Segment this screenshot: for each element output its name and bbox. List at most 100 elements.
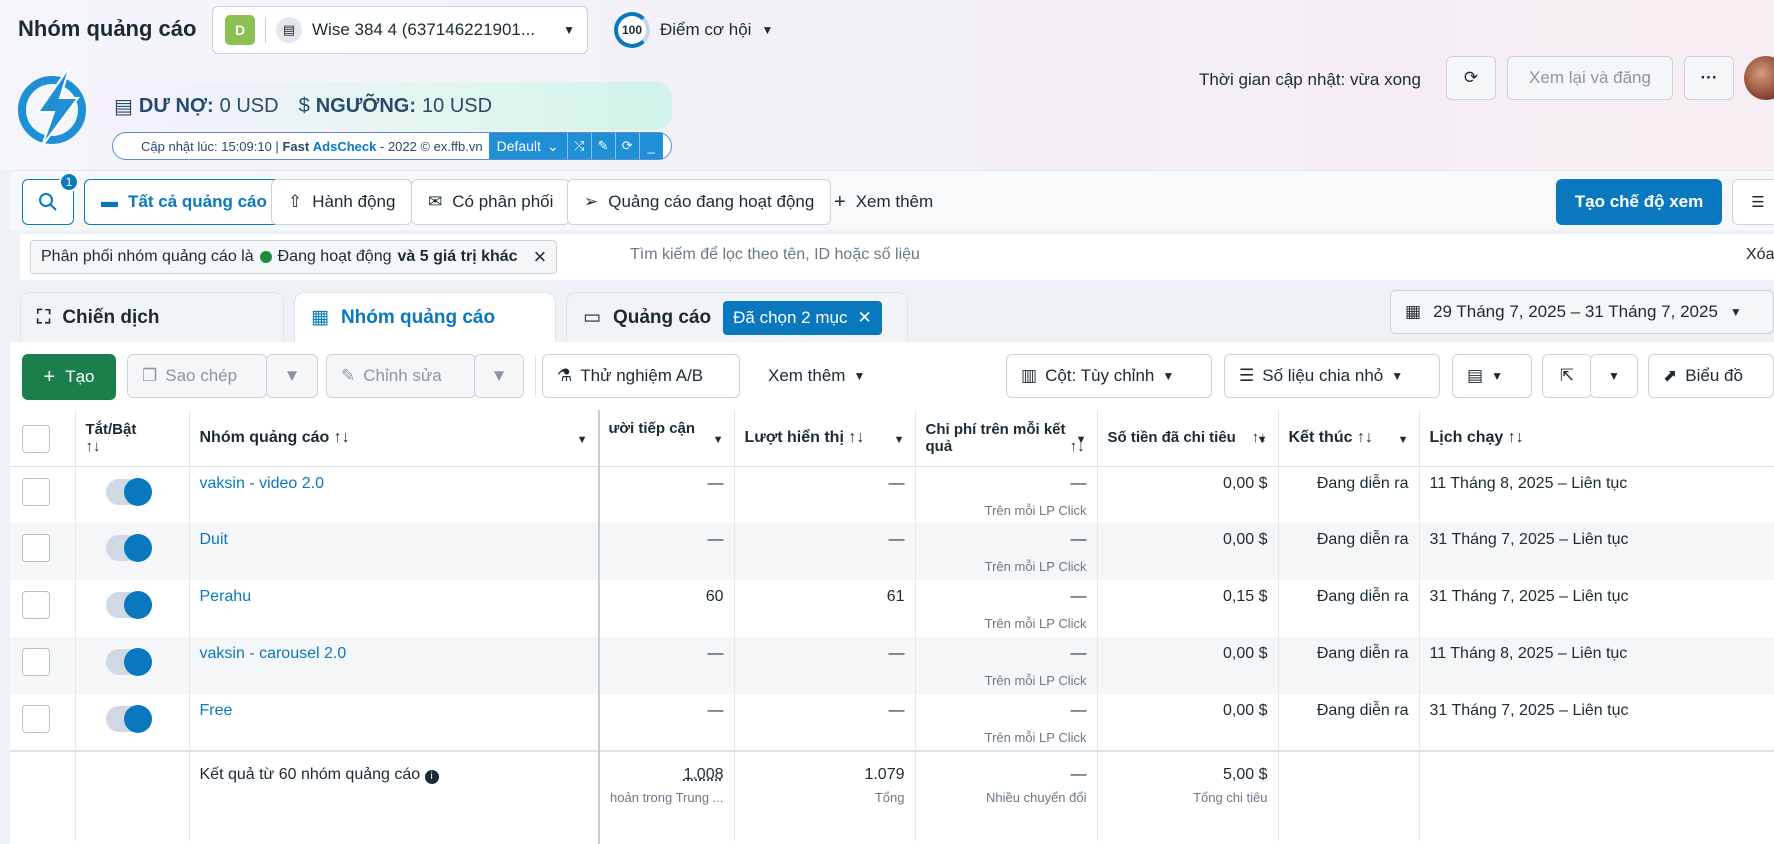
shuffle-icon[interactable]: ⤮ xyxy=(566,133,591,159)
export-button[interactable]: ⇱ xyxy=(1542,354,1592,398)
duplicate-button[interactable]: ❐ Sao chép xyxy=(127,354,267,398)
all-ads-label: Tất cả quảng cáo xyxy=(128,192,267,211)
header-reach[interactable]: ười tiếp cận ▼ xyxy=(598,410,735,467)
close-icon[interactable]: × xyxy=(534,246,547,268)
info-icon[interactable]: i xyxy=(424,770,439,784)
view-toolbar: 1 ▬ Tất cả quảng cáo ⇧ Hành động ✉ Có ph… xyxy=(10,170,1774,230)
header-impressions[interactable]: Lượt hiển thị ↑↓ ▼ xyxy=(734,410,916,467)
charts-button[interactable]: ⬈ Biểu đồ xyxy=(1648,354,1774,398)
table-row[interactable]: Perahu 60 61 — Trên mỗi LP Click 0,15 $ Đ… xyxy=(10,580,1774,637)
table-row[interactable]: Free — — — Trên mỗi LP Click 0,00 $ Đang … xyxy=(10,694,1774,751)
see-more-link[interactable]: + Xem thêm xyxy=(834,181,933,223)
chevron-down-icon[interactable]: ▼ xyxy=(894,434,905,446)
tab-adsets[interactable]: ▦ Nhóm quảng cáo xyxy=(294,292,556,342)
create-button[interactable]: + Tạo xyxy=(22,354,116,400)
status-toggle[interactable] xyxy=(105,534,152,562)
avatar[interactable] xyxy=(1744,56,1774,100)
create-view-button[interactable]: Tạo chế độ xem xyxy=(1556,179,1722,225)
columns-button[interactable]: ▥ Cột: Tùy chỉnh ▼ xyxy=(1006,354,1212,398)
row-checkbox[interactable] xyxy=(22,591,50,619)
totals-reach: 1.008 xyxy=(683,766,724,783)
chevron-down-icon[interactable]: ▼ xyxy=(1076,434,1087,446)
grid-icon: ▦ xyxy=(311,307,329,328)
opportunity-score[interactable]: 100 Điểm cơ hội ▼ xyxy=(614,12,773,48)
row-cpr-sub: Trên mỗi LP Click xyxy=(984,616,1087,631)
actions-label: Hành động xyxy=(312,192,396,211)
sync-icon[interactable]: ⟳ xyxy=(614,133,639,159)
chevron-down-icon[interactable]: ▼ xyxy=(577,434,588,446)
header-end-label: Kết thúc xyxy=(1288,428,1353,446)
status-toggle[interactable] xyxy=(105,477,152,506)
edit-button[interactable]: ✎ Chỉnh sửa xyxy=(326,354,476,398)
header-end[interactable]: Kết thúc ↑↓ ▼ xyxy=(1278,410,1420,467)
row-reach: — xyxy=(598,523,735,580)
search-button[interactable]: 1 xyxy=(22,172,79,225)
row-cpr: — xyxy=(1070,645,1087,662)
adset-name-link[interactable]: vaksin - carousel 2.0 xyxy=(200,645,347,662)
chart-icon: ⬈ xyxy=(1663,366,1678,385)
edit-dropdown[interactable]: ▼ xyxy=(474,354,524,398)
actions-button[interactable]: ⇧ Hành động xyxy=(271,179,413,225)
selected-chip-label: Đã chọn 2 mục xyxy=(733,307,848,327)
status-toggle[interactable] xyxy=(105,591,152,619)
table-row[interactable]: vaksin - carousel 2.0 — — — Trên mỗi LP C… xyxy=(10,637,1774,694)
tab-campaigns[interactable]: ⛶ Chiến dịch xyxy=(20,292,284,342)
duplicate-dropdown[interactable]: ▼ xyxy=(266,354,318,398)
header-toggle[interactable]: Tắt/Bật ↑↓ xyxy=(75,410,190,467)
divider xyxy=(535,356,536,396)
clear-filters-link[interactable]: Xóa xyxy=(1746,246,1774,264)
selected-chip[interactable]: Đã chọn 2 mục ✕ xyxy=(723,300,882,335)
header-spent[interactable]: Số tiền đã chi tiêu ↑↓ ▼ xyxy=(1097,410,1279,467)
tab-ads[interactable]: ▭ Quảng cáo Đã chọn 2 mục ✕ xyxy=(566,292,908,342)
select-all-checkbox[interactable] xyxy=(22,425,50,454)
breakdown-button[interactable]: ☰ Số liệu chia nhỏ ▼ xyxy=(1224,354,1440,398)
table-row[interactable]: Duit — — — Trên mỗi LP Click 0,00 $ Đang … xyxy=(10,523,1774,580)
totals-empty xyxy=(1278,750,1420,841)
more-options-button[interactable]: ··· xyxy=(1684,56,1734,100)
header-schedule[interactable]: Lịch chạy ↑↓ xyxy=(1419,410,1774,467)
all-ads-button[interactable]: ▬ Tất cả quảng cáo xyxy=(84,179,284,225)
see-more-button[interactable]: Xem thêm ▼ xyxy=(754,354,880,398)
chevron-down-icon[interactable]: ▼ xyxy=(713,434,724,446)
active-ads-button[interactable]: ➢ Quảng cáo đang hoạt động xyxy=(567,179,832,225)
row-checkbox[interactable] xyxy=(22,477,50,506)
ab-test-button[interactable]: ⚗ Thử nghiệm A/B xyxy=(542,354,740,398)
chevron-down-icon: ▼ xyxy=(853,369,866,383)
row-checkbox[interactable] xyxy=(22,705,50,733)
chevron-down-icon[interactable]: ▼ xyxy=(1257,434,1268,446)
status-toggle[interactable] xyxy=(105,705,152,733)
adset-name-link[interactable]: Free xyxy=(200,702,233,719)
adset-name-link[interactable]: Duit xyxy=(200,531,228,548)
row-reach: — xyxy=(598,466,735,523)
row-checkbox[interactable] xyxy=(22,648,50,676)
delivered-button[interactable]: ✉ Có phân phối xyxy=(411,179,571,225)
row-reach: — xyxy=(598,637,735,694)
reports-button[interactable]: ▤ ▼ xyxy=(1452,354,1532,398)
filter-chip[interactable]: Phân phối nhóm quảng cáo là Đang hoạt độ… xyxy=(30,240,558,274)
status-toggle[interactable] xyxy=(105,648,152,676)
table-row[interactable]: vaksin - video 2.0 — — — Trên mỗi LP Clic… xyxy=(10,466,1774,523)
refresh-button[interactable]: ⟳ xyxy=(1446,56,1496,100)
profile-select-label: Default xyxy=(496,138,541,154)
row-checkbox[interactable] xyxy=(22,534,50,562)
review-publish-button[interactable]: Xem lại và đăng xyxy=(1507,56,1673,100)
date-range-picker[interactable]: ▦ 29 Tháng 7, 2025 – 31 Tháng 7, 2025 ▼ xyxy=(1390,290,1774,334)
close-icon[interactable]: ✕ xyxy=(857,308,871,328)
settings-button[interactable]: ☰ xyxy=(1732,179,1774,225)
minimize-icon[interactable]: _ xyxy=(638,133,663,159)
profile-select[interactable]: Default ⌄ xyxy=(488,133,567,159)
adset-name-link[interactable]: vaksin - video 2.0 xyxy=(200,475,325,492)
totals-spent: 5,00 $ xyxy=(1223,766,1268,783)
totals-impressions-sub: Tổng xyxy=(874,790,905,805)
row-name-cell: Perahu xyxy=(189,580,599,637)
adset-name-link[interactable]: Perahu xyxy=(200,588,252,605)
edit-icon[interactable]: ✎ xyxy=(590,133,615,159)
filter-chip-more: và 5 giá trị khác xyxy=(397,248,518,265)
header-cpr[interactable]: Chi phí trên mỗi kết quả ↑↓ ▼ xyxy=(915,410,1098,467)
search-input[interactable]: Tìm kiếm để lọc theo tên, ID hoặc số liệ… xyxy=(630,246,920,264)
header-name[interactable]: Nhóm quảng cáo ↑↓ ▼ xyxy=(189,410,599,467)
chevron-down-icon[interactable]: ▼ xyxy=(1398,434,1409,446)
totals-cpr-cell: — Nhiều chuyển đổi xyxy=(915,750,1098,841)
account-selector[interactable]: D ▤ Wise 384 4 (637146221901... ▼ xyxy=(212,6,588,54)
export-dropdown[interactable]: ▼ xyxy=(1590,354,1638,398)
